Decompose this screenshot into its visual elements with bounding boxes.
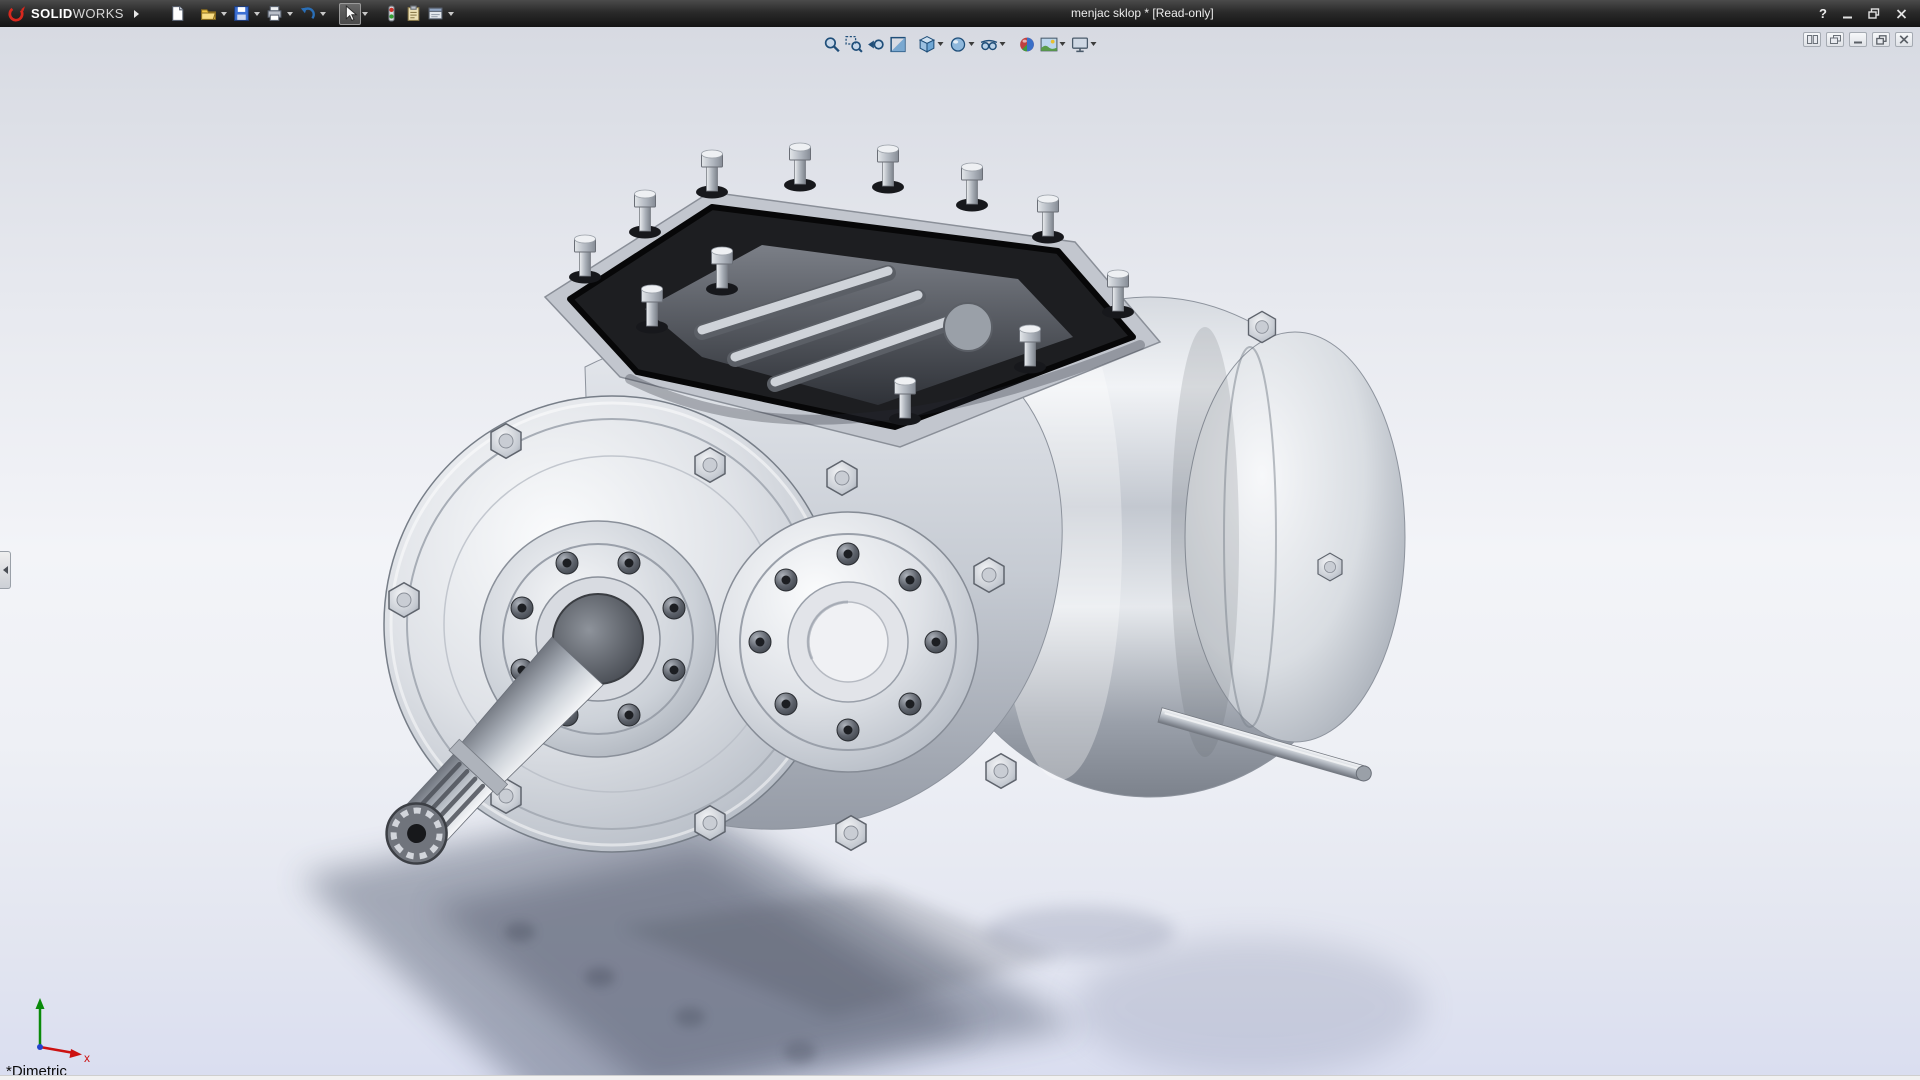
save-button[interactable]	[231, 3, 253, 25]
doc-restore-icon	[1876, 35, 1887, 45]
view-orientation-cube-icon	[917, 35, 936, 54]
window-controls: ?	[1816, 6, 1920, 22]
apply-scene-dropdown-arrow[interactable]	[1060, 42, 1066, 46]
display-style-dropdown-arrow[interactable]	[969, 42, 975, 46]
close-icon	[1896, 9, 1907, 19]
edit-appearance-button[interactable]	[1016, 33, 1038, 55]
apply-scene-icon	[1039, 35, 1058, 54]
heads-up-view-toolbar	[821, 33, 1100, 55]
view-settings-icon	[1070, 35, 1089, 54]
open-button[interactable]	[198, 3, 220, 25]
edit-appearance-ball-icon	[1017, 35, 1036, 54]
previous-view-button[interactable]	[865, 33, 887, 55]
options-icon	[427, 5, 444, 22]
minimize-button[interactable]	[1837, 6, 1857, 22]
new-document-button[interactable]	[167, 3, 189, 25]
doc-minimize-icon	[1853, 35, 1863, 44]
options-button[interactable]	[425, 3, 447, 25]
section-view-icon	[888, 35, 907, 54]
view-orientation-dropdown-arrow[interactable]	[938, 42, 944, 46]
brand-works: WORKS	[73, 6, 124, 21]
minimize-icon	[1842, 9, 1853, 19]
view-settings-dropdown-arrow[interactable]	[1091, 42, 1097, 46]
tile-windows-icon	[1807, 35, 1818, 44]
doc-close-button[interactable]	[1895, 32, 1913, 47]
doc-close-icon	[1899, 35, 1909, 44]
close-button[interactable]	[1891, 6, 1911, 22]
doc-minimize-button[interactable]	[1849, 32, 1867, 47]
graphics-area[interactable]: x *Dimetric	[0, 27, 1920, 1076]
new-document-icon	[169, 5, 186, 22]
display-style-icon	[948, 35, 967, 54]
brand-text: SOLIDWORKS	[31, 7, 124, 20]
select-dropdown-arrow[interactable]	[362, 12, 368, 16]
rebuild-traffic-light-icon	[383, 5, 400, 22]
restore-button[interactable]	[1864, 6, 1884, 22]
open-folder-icon	[200, 5, 217, 22]
zoom-to-area-button[interactable]	[843, 33, 865, 55]
save-floppy-icon	[233, 5, 250, 22]
section-view-button[interactable]	[887, 33, 909, 55]
secondary-flange	[718, 512, 978, 772]
undo-button[interactable]	[297, 3, 319, 25]
cascade-windows-icon	[1830, 35, 1841, 44]
doc-restore-button[interactable]	[1872, 32, 1890, 47]
undo-icon	[299, 5, 316, 22]
doc-tile-button[interactable]	[1803, 32, 1821, 47]
document-title: menjac sklop * [Read-only]	[1071, 0, 1214, 27]
zoom-to-fit-button[interactable]	[821, 33, 843, 55]
triad-x-label: x	[84, 1051, 90, 1064]
collapse-arrow-icon	[3, 566, 8, 574]
hide-show-glasses-icon	[979, 35, 998, 54]
file-properties-button[interactable]	[403, 3, 425, 25]
menu-expand-arrow[interactable]	[134, 10, 139, 18]
view-settings-button[interactable]	[1069, 33, 1091, 55]
zoom-to-area-icon	[844, 35, 863, 54]
select-button[interactable]	[339, 3, 361, 25]
solidworks-logo: SOLIDWORKS	[0, 4, 130, 23]
brand-solid: SOLID	[31, 6, 73, 21]
open-dropdown-arrow[interactable]	[221, 12, 227, 16]
display-style-button[interactable]	[947, 33, 969, 55]
orientation-triad: x	[20, 992, 104, 1064]
view-orientation-button[interactable]	[916, 33, 938, 55]
document-window-controls	[1803, 32, 1913, 47]
quick-access-toolbar	[167, 3, 458, 25]
save-dropdown-arrow[interactable]	[254, 12, 260, 16]
zoom-to-fit-icon	[822, 35, 841, 54]
doc-cascade-button[interactable]	[1826, 32, 1844, 47]
title-bar: SOLIDWORKS	[0, 0, 1920, 27]
file-properties-icon	[405, 5, 422, 22]
previous-view-icon	[866, 35, 885, 54]
hide-show-items-button[interactable]	[978, 33, 1000, 55]
hide-show-items-dropdown-arrow[interactable]	[1000, 42, 1006, 46]
print-button[interactable]	[264, 3, 286, 25]
model-canvas[interactable]	[0, 27, 1920, 1076]
print-dropdown-arrow[interactable]	[287, 12, 293, 16]
panel-collapse-tab[interactable]	[0, 551, 11, 589]
options-dropdown-arrow[interactable]	[448, 12, 454, 16]
select-cursor-icon	[341, 5, 358, 22]
restore-icon	[1868, 8, 1880, 19]
apply-scene-button[interactable]	[1038, 33, 1060, 55]
solidworks-logo-icon	[7, 4, 26, 23]
rebuild-button[interactable]	[381, 3, 403, 25]
status-bar	[0, 1075, 1920, 1080]
help-button[interactable]: ?	[1816, 6, 1830, 21]
print-icon	[266, 5, 283, 22]
undo-dropdown-arrow[interactable]	[320, 12, 326, 16]
